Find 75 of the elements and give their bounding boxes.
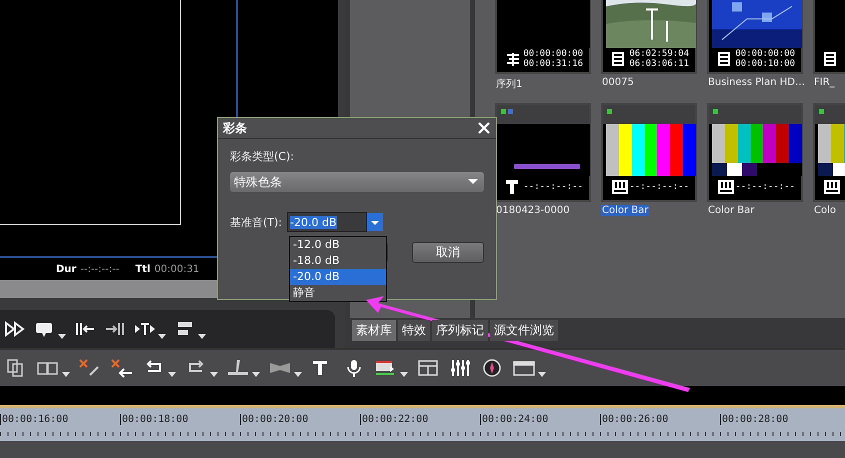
ruler-time-label: 00:00:20:00: [240, 414, 360, 425]
cancel-button[interactable]: 取消: [412, 242, 484, 263]
title-icon: [506, 180, 518, 194]
clip-name[interactable]: Color Bar: [707, 205, 756, 216]
fast-forward-icon[interactable]: [4, 320, 26, 338]
ruler-time-label: 00:00:22:00: [360, 414, 480, 425]
timecode: 06:02:59:04: [629, 49, 689, 59]
panel-tab[interactable]: 源文件浏览: [490, 320, 558, 341]
grid-icon[interactable]: [416, 358, 440, 378]
clip-thumbnail[interactable]: --:--:--:--: [707, 103, 803, 202]
caret-icon[interactable]: [198, 334, 206, 340]
color-bar-icon: [824, 180, 840, 194]
bracket-left-icon[interactable]: [74, 320, 96, 338]
ruler-time-label: 00:00:28:00: [720, 414, 840, 425]
timecode: --:--:--:--: [523, 182, 583, 192]
caret-icon[interactable]: [62, 372, 70, 378]
ruler-time-label: 00:00:16:00: [0, 414, 120, 425]
clip-name[interactable]: 序列1: [495, 77, 524, 91]
caret-icon[interactable]: [168, 372, 176, 378]
timecode: 00:00:00:00: [735, 49, 795, 59]
caret-icon[interactable]: [58, 334, 66, 340]
clip-icon: [612, 52, 624, 66]
ruler-time-label: 00:00:26:00: [600, 414, 720, 425]
timecode: --:--:--:--: [629, 182, 689, 192]
clip-icon: [824, 52, 836, 66]
ruler-time-label: 00:00:18:00: [120, 414, 240, 425]
clip-thumbnail[interactable]: 06:02:59:04 06:03:06:11: [601, 0, 697, 74]
field-label: 基准音(T):: [230, 214, 282, 230]
panel-tab[interactable]: 素材库: [352, 320, 396, 341]
timecode: 06:03:06:11: [629, 59, 689, 69]
bracket-right-icon[interactable]: [104, 320, 126, 338]
dropdown-option[interactable]: 静音: [290, 285, 386, 301]
clip-thumbnail[interactable]: 00:00:00:00 00:00:31:16: [495, 0, 591, 74]
dropdown-option[interactable]: -12.0 dB: [290, 237, 386, 253]
color-bar-icon: [718, 180, 734, 194]
status-label: Dur: [56, 264, 76, 274]
tone-combo-box[interactable]: -20.0 dB: [287, 212, 368, 232]
caret-icon[interactable]: [400, 372, 408, 378]
clip-thumbnail[interactable]: --:--:--:--: [601, 103, 697, 202]
sequence-icon: [506, 52, 520, 66]
clip-name[interactable]: FIR_: [813, 77, 836, 88]
status-label: Ttl: [135, 264, 150, 274]
clip-thumbnail[interactable]: 00:00:00:00 00:00:10:00: [707, 0, 803, 74]
field-label: 彩条类型(C):: [230, 149, 295, 164]
caret-icon[interactable]: [252, 372, 260, 378]
split-icon[interactable]: [134, 320, 156, 338]
status-value: --:--:--:--: [80, 264, 120, 274]
clip-name[interactable]: Colo: [813, 205, 837, 216]
timecode: 00:00:31:16: [523, 59, 583, 69]
panel-tab[interactable]: 序列标记: [432, 320, 488, 341]
clip-thumbnail[interactable]: --:--:--:--: [495, 103, 591, 202]
caret-icon[interactable]: [294, 372, 302, 378]
mixer-icon[interactable]: [448, 358, 472, 378]
color-bar-icon: [612, 180, 628, 194]
ruler-time-label: 00:00:24:00: [480, 414, 600, 425]
dropdown-option[interactable]: -18.0 dB: [290, 253, 386, 269]
panel-tab[interactable]: 特效: [398, 320, 430, 341]
dialog-title: 彩条: [223, 120, 247, 136]
clip-name[interactable]: Business Plan HD…: [707, 77, 806, 88]
knife-icon[interactable]: [226, 358, 250, 378]
clip-name[interactable]: Color Bar: [601, 205, 650, 216]
caret-icon[interactable]: [158, 334, 166, 340]
clip-icon: [718, 52, 730, 66]
timeline-ruler[interactable]: 00:00:16:00 00:00:18:00 00:00:20:00 00:00:22:00 00:00:24:00 00:00:26:00 00:00:28:00: [0, 405, 845, 441]
status-value: 00:00:31: [154, 264, 200, 274]
timecode: 00:00:00:00: [523, 49, 583, 59]
dropdown-option[interactable]: -20.0 dB: [290, 269, 386, 285]
clip-name[interactable]: 00075: [601, 77, 635, 88]
clip-name[interactable]: 0180423-0000: [495, 205, 571, 216]
caret-icon[interactable]: [210, 372, 218, 378]
bar-type-dropdown[interactable]: 特殊色条: [230, 172, 484, 192]
timecode: --:--:--:--: [735, 182, 795, 192]
caret-icon[interactable]: [538, 372, 546, 378]
close-icon[interactable]: [478, 122, 490, 134]
timecode: 00:00:10:00: [735, 59, 795, 69]
